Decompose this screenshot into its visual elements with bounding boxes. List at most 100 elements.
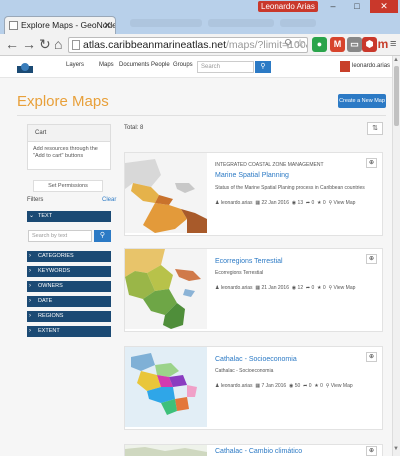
adblock-icon[interactable]: ⬢ xyxy=(362,37,377,52)
filter-keywords[interactable]: › KEYWORDS xyxy=(27,266,111,277)
share-icon: ➦ xyxy=(305,200,311,206)
chevron-right-icon: › xyxy=(29,283,31,289)
map-thumbnail[interactable] xyxy=(125,249,207,329)
nav-layers[interactable]: Layers xyxy=(66,62,84,68)
user-menu[interactable]: leonardo.arias xyxy=(352,63,390,69)
geonode-logo[interactable] xyxy=(17,62,33,73)
filter-label: TEXT xyxy=(38,213,53,219)
map-thumbnail[interactable] xyxy=(125,445,207,456)
calendar-icon: ▦ xyxy=(255,383,261,389)
star-icon: ★ xyxy=(317,285,322,291)
map-thumbnail[interactable] xyxy=(125,347,207,427)
extension-m-icon[interactable]: m xyxy=(377,37,389,52)
nav-people[interactable]: People xyxy=(151,62,170,68)
extension-gray-icon[interactable]: ▭ xyxy=(347,37,362,52)
filter-date[interactable]: › DATE xyxy=(27,296,111,307)
blurred-tab[interactable] xyxy=(130,19,202,27)
map-date: 22 Jan 2016 xyxy=(261,200,289,206)
create-map-button[interactable]: Create a New Map xyxy=(338,94,386,108)
window-title-bar: Leonardo Arias – □ ✕ xyxy=(0,0,400,14)
page-icon xyxy=(72,40,80,50)
filter-extent[interactable]: › EXTENT xyxy=(27,326,111,337)
view-map-link[interactable]: View Map xyxy=(331,383,353,389)
filter-regions[interactable]: › REGIONS xyxy=(27,311,111,322)
sort-icon[interactable]: ⇅ xyxy=(367,122,383,135)
forward-arrow-icon[interactable]: → xyxy=(22,36,36,52)
map-shares: 0 xyxy=(311,200,315,206)
map-owner[interactable]: leonardo.arias xyxy=(221,200,253,206)
map-card: Ecorregions Terrestial Ecorregions Terre… xyxy=(124,248,383,332)
reload-icon[interactable]: ↻ xyxy=(39,36,51,52)
site-search-input[interactable]: Search xyxy=(197,61,254,73)
page-title: Explore Maps xyxy=(17,93,109,110)
home-icon[interactable]: ⌂ xyxy=(54,36,62,52)
chevron-right-icon: › xyxy=(29,313,31,319)
add-to-cart-icon[interactable]: ⊕ xyxy=(366,446,377,456)
map-title[interactable]: Ecorregions Terrestial xyxy=(215,258,283,265)
cart-text: Add resources through the "Add to cart" … xyxy=(33,146,98,159)
gmail-extension-icon[interactable]: M xyxy=(330,37,345,52)
map-title[interactable]: Cathalac - Socioeconomia xyxy=(215,356,297,363)
divider xyxy=(17,115,386,116)
bookmark-star-icon[interactable]: ☆ xyxy=(295,38,305,50)
map-owner[interactable]: leonardo.arias xyxy=(221,285,253,291)
map-date: 21 Jan 2016 xyxy=(261,285,289,291)
calendar-icon: ▦ xyxy=(255,200,261,206)
avatar[interactable] xyxy=(340,61,350,72)
page-icon xyxy=(9,21,18,30)
map-title[interactable]: Cathalac - Cambio climático xyxy=(215,448,302,455)
url-tools: ⚲ ☆ xyxy=(284,38,305,51)
back-arrow-icon[interactable]: ← xyxy=(5,36,19,52)
user-icon: ♟ xyxy=(215,383,220,389)
filter-categories[interactable]: › CATEGORIES xyxy=(27,251,111,262)
chevron-down-icon: ⌄ xyxy=(29,213,35,219)
map-owner[interactable]: leonardo.arias xyxy=(221,383,253,389)
add-to-cart-icon[interactable]: ⊕ xyxy=(366,158,377,168)
user-icon: ♟ xyxy=(215,200,220,206)
set-permissions-button[interactable]: Set Permissions xyxy=(33,180,103,192)
browser-user-badge[interactable]: Leonardo Arias xyxy=(258,1,318,12)
view-map-link[interactable]: View Map xyxy=(334,200,356,206)
scroll-up-icon[interactable]: ▲ xyxy=(393,57,399,63)
map-thumbnail[interactable] xyxy=(125,153,207,233)
cart-panel: Cart Add resources through the "Add to c… xyxy=(27,124,111,170)
user-icon: ♟ xyxy=(215,285,220,291)
map-marker-icon: ⚲ xyxy=(328,285,333,291)
search-icon[interactable]: ⚲ xyxy=(284,38,292,50)
extension-green-icon[interactable]: ● xyxy=(312,37,327,52)
map-card: Cathalac - Cambio climático ⊕ xyxy=(124,444,383,456)
menu-icon[interactable]: ≡ xyxy=(390,36,396,52)
nav-documents[interactable]: Documents xyxy=(119,62,149,68)
map-marker-icon: ⚲ xyxy=(325,383,330,389)
clear-filters-link[interactable]: Clear xyxy=(102,197,116,203)
add-to-cart-icon[interactable]: ⊕ xyxy=(366,352,377,362)
nav-maps[interactable]: Maps xyxy=(99,62,114,68)
filters-label: Filters xyxy=(27,197,44,203)
address-bar[interactable]: atlas.caribbeanmarineatlas.net/maps/?lim… xyxy=(68,37,308,53)
close-window-icon[interactable]: ✕ xyxy=(370,0,398,13)
share-icon: ➦ xyxy=(303,383,308,389)
view-map-link[interactable]: View Map xyxy=(334,285,356,291)
browser-tab-explore-maps[interactable]: Explore Maps - GeoNode ✕ xyxy=(4,16,116,34)
search-icon[interactable]: ⚲ xyxy=(255,61,271,73)
map-rating: 0 xyxy=(320,383,323,389)
maximize-icon[interactable]: □ xyxy=(346,0,368,13)
blurred-tab[interactable] xyxy=(280,19,316,27)
add-to-cart-icon[interactable]: ⊕ xyxy=(366,254,377,264)
chevron-right-icon: › xyxy=(29,298,31,304)
map-title[interactable]: Marine Spatial Planning xyxy=(215,172,289,179)
nav-groups[interactable]: Groups xyxy=(173,62,193,68)
chevron-right-icon: › xyxy=(29,268,31,274)
filter-text[interactable]: ⌄ TEXT xyxy=(27,211,111,222)
search-icon[interactable]: ⚲ xyxy=(94,230,111,242)
scrollbar-thumb[interactable] xyxy=(394,66,399,126)
text-filter-input[interactable]: Search by text xyxy=(28,230,92,242)
filter-owners[interactable]: › OWNERS xyxy=(27,281,111,292)
filter-label: DATE xyxy=(38,298,53,304)
scroll-down-icon[interactable]: ▼ xyxy=(393,446,399,452)
browser-toolbar: ← → ↻ ⌂ atlas.caribbeanmarineatlas.net/m… xyxy=(0,34,400,56)
map-shares: 0 xyxy=(311,285,315,291)
tab-close-icon[interactable]: ✕ xyxy=(103,17,111,34)
minimize-icon[interactable]: – xyxy=(322,0,344,13)
blurred-tab[interactable] xyxy=(208,19,274,27)
